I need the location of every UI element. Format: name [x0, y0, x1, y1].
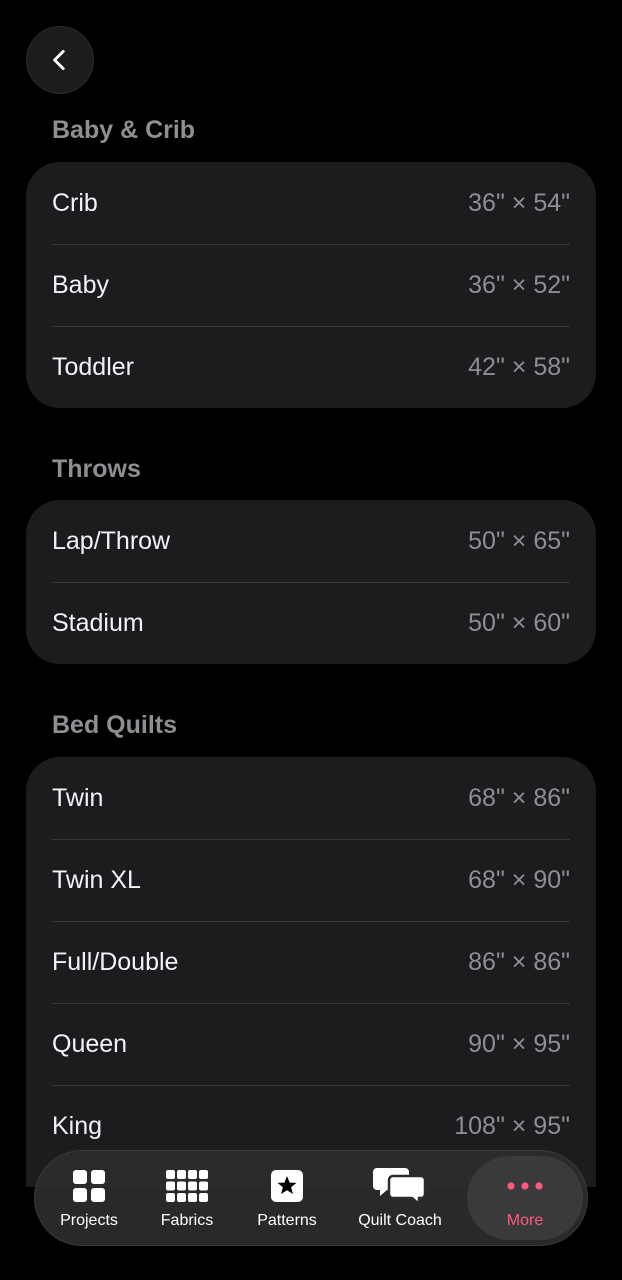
tab-label: Patterns	[257, 1212, 317, 1229]
size-dimensions: 86" × 86"	[468, 947, 570, 976]
size-name: King	[52, 1111, 103, 1140]
size-name: Crib	[52, 188, 98, 217]
size-dimensions: 50" × 65"	[468, 526, 570, 555]
tab-projects[interactable]: Projects	[41, 1156, 137, 1240]
size-name: Full/Double	[52, 947, 179, 976]
size-name: Baby	[52, 270, 109, 299]
star-square-icon	[270, 1166, 304, 1206]
size-dimensions: 36" × 54"	[468, 188, 570, 217]
size-name: Twin XL	[52, 865, 141, 894]
grid-icon	[72, 1166, 106, 1206]
tab-bar: Projects Fabrics Patterns Quilt Coach Mo…	[34, 1150, 588, 1246]
tab-label: Fabrics	[160, 1212, 214, 1229]
size-row[interactable]: Toddler 42" × 58"	[26, 326, 596, 408]
size-dimensions: 90" × 95"	[468, 1029, 570, 1058]
size-row[interactable]: Twin XL 68" × 90"	[26, 839, 596, 921]
chevron-left-icon	[53, 49, 65, 71]
back-button[interactable]	[26, 26, 94, 94]
size-name: Queen	[52, 1029, 128, 1058]
size-row[interactable]: Baby 36" × 52"	[26, 244, 596, 326]
size-dimensions: 50" × 60"	[468, 608, 570, 637]
fabric-grid-icon	[165, 1166, 209, 1206]
tab-patterns[interactable]: Patterns	[237, 1156, 337, 1240]
section-title-baby-crib: Baby & Crib	[52, 116, 196, 144]
size-name: Toddler	[52, 352, 134, 381]
section-title-bed-quilts: Bed Quilts	[52, 711, 178, 739]
size-name: Twin	[52, 783, 104, 812]
tab-fabrics[interactable]: Fabrics	[137, 1156, 237, 1240]
size-row[interactable]: Crib 36" × 54"	[26, 162, 596, 244]
tab-quilt-coach[interactable]: Quilt Coach	[337, 1156, 463, 1240]
size-dimensions: 68" × 86"	[468, 783, 570, 812]
tab-label: More	[506, 1212, 544, 1229]
tab-label: Quilt Coach	[358, 1212, 442, 1229]
size-list-throws: Lap/Throw 50" × 65" Stadium 50" × 60"	[26, 500, 596, 664]
size-row[interactable]: Full/Double 86" × 86"	[26, 921, 596, 1003]
size-row[interactable]: Twin 68" × 86"	[26, 757, 596, 839]
size-dimensions: 108" × 95"	[454, 1111, 570, 1140]
size-name: Lap/Throw	[52, 526, 171, 555]
size-dimensions: 36" × 52"	[468, 270, 570, 299]
size-dimensions: 68" × 90"	[468, 865, 570, 894]
chat-bubbles-icon	[373, 1166, 427, 1206]
size-dimensions: 42" × 58"	[468, 352, 570, 381]
tab-label: Projects	[60, 1212, 118, 1229]
ellipsis-icon	[505, 1166, 545, 1206]
section-title-throws: Throws	[52, 455, 141, 483]
size-name: Stadium	[52, 608, 144, 637]
size-list-bed-quilts: Twin 68" × 86" Twin XL 68" × 90" Full/Do…	[26, 757, 596, 1187]
tab-more[interactable]: More	[467, 1156, 583, 1240]
size-row[interactable]: Queen 90" × 95"	[26, 1003, 596, 1085]
size-row[interactable]: Lap/Throw 50" × 65"	[26, 500, 596, 582]
size-row[interactable]: Stadium 50" × 60"	[26, 582, 596, 664]
size-list-baby-crib: Crib 36" × 54" Baby 36" × 52" Toddler 42…	[26, 162, 596, 408]
